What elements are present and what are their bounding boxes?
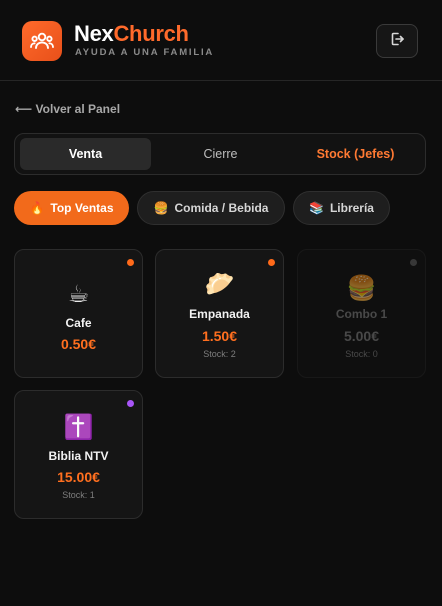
burger-icon: 🍔 <box>153 201 169 215</box>
brand-name: NexChurch <box>74 22 189 46</box>
app-header: NexChurch AYUDA A UNA FAMILIA <box>0 0 442 81</box>
product-stock: Stock: 2 <box>203 349 236 359</box>
product-price: 15.00€ <box>57 469 100 485</box>
product-price: 5.00€ <box>343 328 380 344</box>
logout-button[interactable] <box>376 24 418 58</box>
brand-tagline: AYUDA A UNA FAMILIA <box>75 47 215 58</box>
product-name: Combo 1 <box>335 307 388 321</box>
status-dot <box>127 259 134 266</box>
product-card-cafe[interactable]: ☕ Cafe 0.50€ <box>14 249 143 378</box>
product-card-biblia-ntv[interactable]: ✝️ Biblia NTV 15.00€ Stock: 1 <box>14 390 143 519</box>
product-price: 0.50€ <box>60 336 97 352</box>
burger-icon: 🍔 <box>346 274 377 302</box>
tab-stock-jefes[interactable]: Stock (Jefes) <box>290 138 421 170</box>
logout-icon <box>389 31 405 52</box>
product-price: 1.50€ <box>201 328 238 344</box>
fire-icon: 🔥 <box>29 201 45 215</box>
mode-tabs: Venta Cierre Stock (Jefes) <box>14 133 426 175</box>
tab-cierre[interactable]: Cierre <box>155 138 286 170</box>
product-stock: Stock: 0 <box>345 349 378 359</box>
category-label: Comida / Bebida <box>174 201 269 215</box>
product-name: Empanada <box>189 307 250 321</box>
tab-venta[interactable]: Venta <box>20 138 151 170</box>
category-label: Top Ventas <box>50 201 114 215</box>
product-card-empanada[interactable]: 🥟 Empanada 1.50€ Stock: 2 <box>155 249 284 378</box>
books-icon: 📚 <box>309 201 324 215</box>
product-card-combo-1[interactable]: 🍔 Combo 1 5.00€ Stock: 0 <box>297 249 426 378</box>
category-libreria[interactable]: 📚 Librería <box>293 191 390 225</box>
coffee-icon: ☕ <box>67 280 90 308</box>
status-dot <box>410 259 417 266</box>
people-group-icon <box>22 21 62 61</box>
category-comida-bebida[interactable]: 🍔 Comida / Bebida <box>137 191 285 225</box>
back-link-label: ⟵ Volver al Panel <box>15 102 121 116</box>
brand-name-part1: Nex <box>74 21 114 46</box>
status-dot <box>268 259 275 266</box>
cross-icon: ✝️ <box>63 413 94 441</box>
dumpling-icon: 🥟 <box>204 270 235 298</box>
back-to-panel-link[interactable]: ⟵ Volver al Panel <box>15 102 120 116</box>
category-top-ventas[interactable]: 🔥 Top Ventas <box>14 191 129 225</box>
status-dot <box>127 400 134 407</box>
brand-name-part2: Church <box>113 21 189 46</box>
product-stock: Stock: 1 <box>62 490 95 500</box>
category-label: Librería <box>329 201 374 215</box>
product-name: Biblia NTV <box>48 449 109 463</box>
product-name: Cafe <box>65 316 92 330</box>
